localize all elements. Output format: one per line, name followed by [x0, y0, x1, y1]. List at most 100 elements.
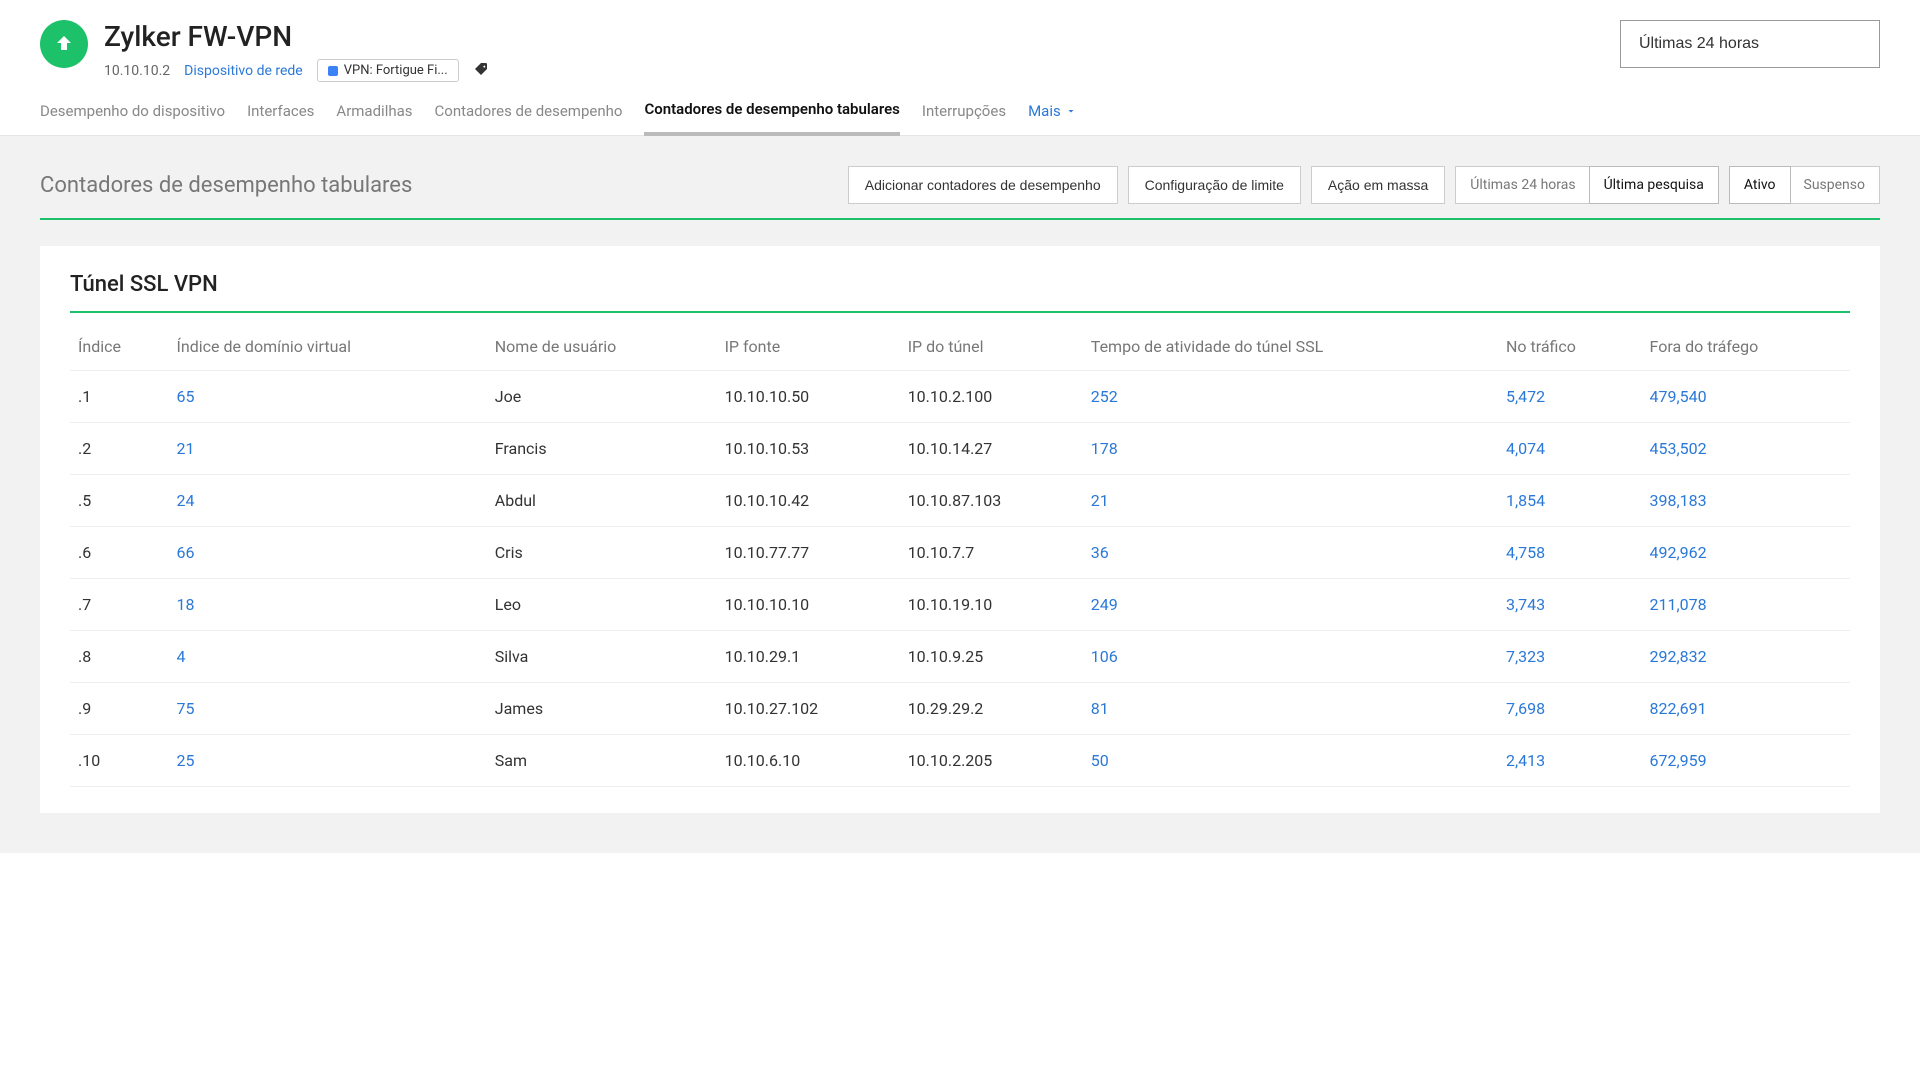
- cell-0-4: 10.10.2.100: [900, 371, 1083, 423]
- cell-0-0: .1: [70, 371, 169, 423]
- col-header-3[interactable]: IP fonte: [717, 323, 900, 371]
- vpn-chip-label: VPN: Fortigue Fi...: [344, 63, 448, 78]
- cell-4-7[interactable]: 211,078: [1642, 579, 1850, 631]
- cell-7-2: Sam: [487, 735, 717, 787]
- cell-7-6[interactable]: 2,413: [1498, 735, 1642, 787]
- page-title: Zylker FW-VPN: [104, 20, 489, 53]
- tab-2[interactable]: Armadilhas: [336, 102, 412, 134]
- status-up-icon: [40, 20, 88, 68]
- card-title: Túnel SSL VPN: [70, 272, 1850, 313]
- cell-1-2: Francis: [487, 423, 717, 475]
- chevron-down-icon: [1065, 105, 1077, 117]
- cell-0-7[interactable]: 479,540: [1642, 371, 1850, 423]
- cell-5-1[interactable]: 4: [169, 631, 487, 683]
- table-row: .84Silva10.10.29.110.10.9.251067,323292,…: [70, 631, 1850, 683]
- device-type-link[interactable]: Dispositivo de rede: [184, 63, 303, 79]
- cell-6-6[interactable]: 7,698: [1498, 683, 1642, 735]
- time-range-select[interactable]: Últimas 24 horas: [1620, 20, 1880, 68]
- cell-7-7[interactable]: 672,959: [1642, 735, 1850, 787]
- cell-6-3: 10.10.27.102: [717, 683, 900, 735]
- tab-4[interactable]: Contadores de desempenho tabulares: [644, 100, 899, 136]
- cell-6-7[interactable]: 822,691: [1642, 683, 1850, 735]
- cell-5-3: 10.10.29.1: [717, 631, 900, 683]
- cell-2-1[interactable]: 24: [169, 475, 487, 527]
- tab-bar: Desempenho do dispositivo Interfaces Armad…: [0, 82, 1920, 136]
- time-segment: Últimas 24 horas Última pesquisa: [1455, 166, 1719, 204]
- cell-4-5[interactable]: 249: [1083, 579, 1498, 631]
- cell-6-2: James: [487, 683, 717, 735]
- limit-config-button[interactable]: Configuração de limite: [1128, 166, 1301, 204]
- cell-0-5[interactable]: 252: [1083, 371, 1498, 423]
- cell-1-0: .2: [70, 423, 169, 475]
- cell-6-5[interactable]: 81: [1083, 683, 1498, 735]
- cell-0-6[interactable]: 5,472: [1498, 371, 1642, 423]
- table-row: .1025Sam10.10.6.1010.10.2.205502,413672,…: [70, 735, 1850, 787]
- cell-6-1[interactable]: 75: [169, 683, 487, 735]
- table-row: .666Cris10.10.77.7710.10.7.7364,758492,9…: [70, 527, 1850, 579]
- cell-4-0: .7: [70, 579, 169, 631]
- cell-7-3: 10.10.6.10: [717, 735, 900, 787]
- cell-0-1[interactable]: 65: [169, 371, 487, 423]
- tab-1[interactable]: Interfaces: [247, 102, 314, 134]
- table-row: .221Francis10.10.10.5310.10.14.271784,07…: [70, 423, 1850, 475]
- cell-3-2: Cris: [487, 527, 717, 579]
- col-header-6[interactable]: No tráfico: [1498, 323, 1642, 371]
- col-header-0[interactable]: Índice: [70, 323, 169, 371]
- cell-7-1[interactable]: 25: [169, 735, 487, 787]
- cell-0-2: Joe: [487, 371, 717, 423]
- cell-6-4: 10.29.29.2: [900, 683, 1083, 735]
- bulk-action-button[interactable]: Ação em massa: [1311, 166, 1445, 204]
- cell-4-1[interactable]: 18: [169, 579, 487, 631]
- vpn-tunnel-table: ÍndiceÍndice de domínio virtualNome de u…: [70, 323, 1850, 787]
- cell-1-5[interactable]: 178: [1083, 423, 1498, 475]
- cell-2-5[interactable]: 21: [1083, 475, 1498, 527]
- seg-active[interactable]: Ativo: [1729, 166, 1791, 204]
- cell-3-5[interactable]: 36: [1083, 527, 1498, 579]
- cell-1-4: 10.10.14.27: [900, 423, 1083, 475]
- cell-3-4: 10.10.7.7: [900, 527, 1083, 579]
- table-row: .975James10.10.27.10210.29.29.2817,69882…: [70, 683, 1850, 735]
- add-counters-button[interactable]: Adicionar contadores de desempenho: [848, 166, 1118, 204]
- cell-1-7[interactable]: 453,502: [1642, 423, 1850, 475]
- status-segment: Ativo Suspenso: [1729, 166, 1880, 204]
- cell-0-3: 10.10.10.50: [717, 371, 900, 423]
- vpn-chip-dot-icon: [328, 66, 338, 76]
- cell-2-7[interactable]: 398,183: [1642, 475, 1850, 527]
- cell-1-3: 10.10.10.53: [717, 423, 900, 475]
- seg-suspended[interactable]: Suspenso: [1790, 167, 1879, 203]
- cell-2-6[interactable]: 1,854: [1498, 475, 1642, 527]
- col-header-1[interactable]: Índice de domínio virtual: [169, 323, 487, 371]
- cell-3-1[interactable]: 66: [169, 527, 487, 579]
- col-header-5[interactable]: Tempo de atividade do túnel SSL: [1083, 323, 1498, 371]
- vpn-chip[interactable]: VPN: Fortigue Fi...: [317, 59, 459, 82]
- tag-icon[interactable]: [473, 61, 489, 81]
- tab-5[interactable]: Interrupções: [922, 102, 1006, 134]
- col-header-2[interactable]: Nome de usuário: [487, 323, 717, 371]
- cell-5-2: Silva: [487, 631, 717, 683]
- cell-2-2: Abdul: [487, 475, 717, 527]
- tab-0[interactable]: Desempenho do dispositivo: [40, 102, 225, 134]
- col-header-4[interactable]: IP do túnel: [900, 323, 1083, 371]
- cell-5-5[interactable]: 106: [1083, 631, 1498, 683]
- cell-2-4: 10.10.87.103: [900, 475, 1083, 527]
- cell-3-6[interactable]: 4,758: [1498, 527, 1642, 579]
- tab-3[interactable]: Contadores de desempenho: [435, 102, 623, 134]
- cell-4-3: 10.10.10.10: [717, 579, 900, 631]
- cell-1-1[interactable]: 21: [169, 423, 487, 475]
- table-row: .718Leo10.10.10.1010.10.19.102493,743211…: [70, 579, 1850, 631]
- col-header-7[interactable]: Fora do tráfego: [1642, 323, 1850, 371]
- cell-4-6[interactable]: 3,743: [1498, 579, 1642, 631]
- cell-4-4: 10.10.19.10: [900, 579, 1083, 631]
- cell-1-6[interactable]: 4,074: [1498, 423, 1642, 475]
- tab-more[interactable]: Mais: [1028, 102, 1077, 134]
- cell-2-0: .5: [70, 475, 169, 527]
- cell-3-7[interactable]: 492,962: [1642, 527, 1850, 579]
- seg-last-24h[interactable]: Últimas 24 horas: [1456, 167, 1589, 203]
- device-ip: 10.10.10.2: [104, 63, 170, 79]
- seg-last-search[interactable]: Última pesquisa: [1589, 166, 1719, 204]
- table-row: .524Abdul10.10.10.4210.10.87.103211,8543…: [70, 475, 1850, 527]
- cell-7-5[interactable]: 50: [1083, 735, 1498, 787]
- cell-5-7[interactable]: 292,832: [1642, 631, 1850, 683]
- cell-7-0: .10: [70, 735, 169, 787]
- cell-5-6[interactable]: 7,323: [1498, 631, 1642, 683]
